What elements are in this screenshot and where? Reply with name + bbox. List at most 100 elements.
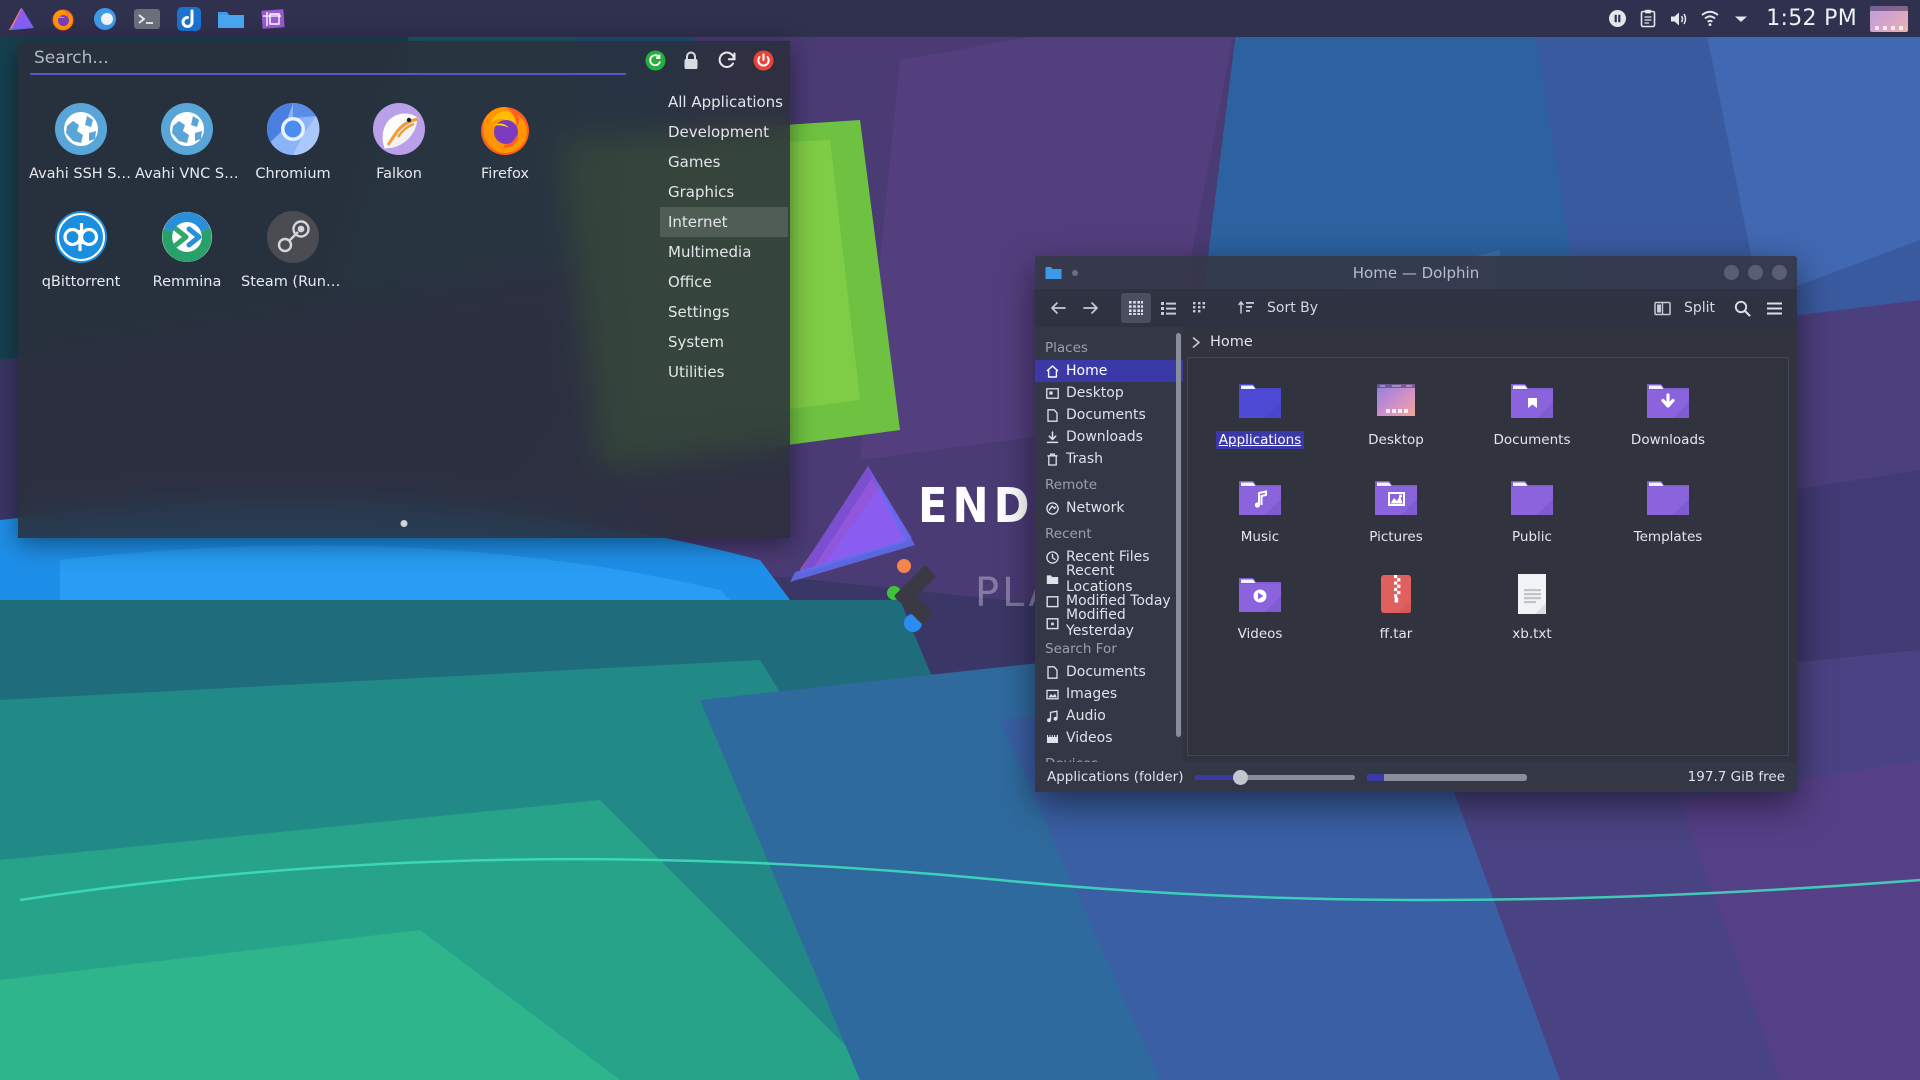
app-item-avahi-vnc[interactable]: Avahi VNC Ser... [134,91,240,199]
sidebar-item-label: Documents [1066,664,1146,680]
task-button-terminal[interactable] [126,0,168,37]
sidebar-item-recent-locations[interactable]: Recent Locations [1035,563,1183,595]
file-item-applications[interactable]: Applications [1192,370,1328,467]
sidebar-item-search-audio[interactable]: Audio [1035,705,1183,727]
details-icon [1192,301,1205,312]
firefox-icon [481,107,529,155]
search-underline [30,73,626,75]
task-button-generic-blue-circle[interactable] [84,0,126,37]
file-item-pictures[interactable]: Pictures [1328,467,1464,564]
switch-user-button[interactable] [644,49,666,71]
sidebar-item-documents[interactable]: Documents [1035,404,1183,426]
file-item-videos[interactable]: Videos [1192,564,1328,661]
app-item-steam[interactable]: Steam (Runti... [240,199,346,307]
maximize-button[interactable] [1748,265,1763,280]
view-icons-button[interactable] [1121,293,1151,323]
view-compact-button[interactable] [1153,293,1183,323]
category-office[interactable]: Office [660,267,788,297]
calendar-icon [1045,594,1059,608]
category-settings[interactable]: Settings [660,297,788,327]
sidebar-item-search-documents[interactable]: Documents [1035,661,1183,683]
chevron-down-icon[interactable] [1727,0,1755,37]
application-launcher[interactable]: Avahi SSH Ser... Avahi VNC Ser... [18,41,790,538]
launcher-body: Avahi SSH Ser... Avahi VNC Ser... [18,79,790,538]
task-button-joplin[interactable] [168,0,210,37]
sidebar-item-desktop[interactable]: Desktop [1035,382,1183,404]
task-button-firefox[interactable] [42,0,84,37]
view-details-button[interactable] [1185,293,1215,323]
task-button-file-manager[interactable] [210,0,252,37]
task-button-screenshot-tool[interactable] [252,0,294,37]
sidebar-item-search-videos[interactable]: Videos [1035,727,1183,749]
task-manager [0,0,294,37]
image-icon [1045,687,1059,701]
category-graphics[interactable]: Graphics [660,177,788,207]
sidebar-item-network[interactable]: Network [1035,497,1183,519]
breadcrumb-home[interactable]: Home [1210,334,1253,350]
menu-button[interactable] [1759,293,1789,323]
launcher-page-indicator[interactable] [400,520,408,527]
category-games[interactable]: Games [660,147,788,177]
pause-icon[interactable] [1603,0,1631,37]
sidebar-item-modified-yesterday[interactable]: Modified Yesterday [1035,607,1183,639]
audio-icon [1045,709,1059,723]
category-internet[interactable]: Internet [660,207,788,237]
window-preview-thumbnail[interactable] [1870,5,1908,32]
category-development[interactable]: Development [660,117,788,147]
free-space-label: 197.7 GiB free [1687,769,1785,785]
clock-icon [1045,550,1059,564]
app-item-chromium[interactable]: Chromium [240,91,346,199]
app-item-avahi-ssh[interactable]: Avahi SSH Ser... [28,91,134,199]
sidebar-item-home[interactable]: Home [1035,360,1183,382]
category-system[interactable]: System [660,327,788,357]
forward-button[interactable] [1075,293,1105,323]
sidebar-item-trash[interactable]: Trash [1035,448,1183,470]
category-utilities[interactable]: Utilities [660,357,788,387]
minimize-button[interactable] [1724,265,1739,280]
category-multimedia[interactable]: Multimedia [660,237,788,267]
search-button[interactable] [1727,293,1757,323]
file-item-music[interactable]: Music [1192,467,1328,564]
clock[interactable]: 1:52 PM [1758,6,1867,31]
file-grid[interactable]: Applications Desktop Documents Downloads… [1187,357,1789,756]
file-label: Pictures [1369,529,1423,545]
sort-by-icon-button[interactable] [1231,293,1261,323]
zoom-slider[interactable] [1195,769,1356,785]
dolphin-titlebar[interactable]: Home — Dolphin [1035,256,1797,289]
search-input[interactable] [30,48,626,72]
file-item-public[interactable]: Public [1464,467,1600,564]
category-label: All Applications [668,93,783,111]
file-item-downloads[interactable]: Downloads [1600,370,1736,467]
lock-screen-button[interactable] [680,49,702,71]
file-item-desktop[interactable]: Desktop [1328,370,1464,467]
app-item-falkon[interactable]: Falkon [346,91,452,199]
file-item-documents[interactable]: Documents [1464,370,1600,467]
dolphin-window[interactable]: Home — Dolphin Sort By Split Places Home… [1035,256,1797,792]
shutdown-button[interactable] [752,49,774,71]
sort-by-label[interactable]: Sort By [1267,300,1318,316]
category-all-applications[interactable]: All Applications [660,87,788,117]
breadcrumb[interactable]: Home [1183,327,1797,357]
sidebar-item-search-images[interactable]: Images [1035,683,1183,705]
search-field-wrapper [30,41,626,79]
back-button[interactable] [1043,293,1073,323]
wifi-icon[interactable] [1696,0,1724,37]
zoom-slider-handle[interactable] [1233,769,1249,785]
clipboard-icon[interactable] [1634,0,1662,37]
volume-icon[interactable] [1665,0,1693,37]
restart-button[interactable] [716,49,738,71]
file-item-xb-txt[interactable]: xb.txt [1464,564,1600,661]
split-view-icon[interactable] [1648,293,1678,323]
file-item-ff-tar[interactable]: ff.tar [1328,564,1464,661]
sidebar-scrollbar[interactable] [1176,333,1181,737]
app-item-remmina[interactable]: Remmina [134,199,240,307]
file-label: Public [1512,529,1552,545]
app-item-firefox[interactable]: Firefox [452,91,558,199]
places-sidebar[interactable]: Places Home Desktop Documents Downloads … [1035,327,1183,762]
task-button-endeavouros-logo[interactable] [0,0,42,37]
app-item-qbittorrent[interactable]: qBittorrent [28,199,134,307]
file-item-templates[interactable]: Templates [1600,467,1736,564]
split-label[interactable]: Split [1684,300,1715,316]
sidebar-item-downloads[interactable]: Downloads [1035,426,1183,448]
close-button[interactable] [1772,265,1787,280]
